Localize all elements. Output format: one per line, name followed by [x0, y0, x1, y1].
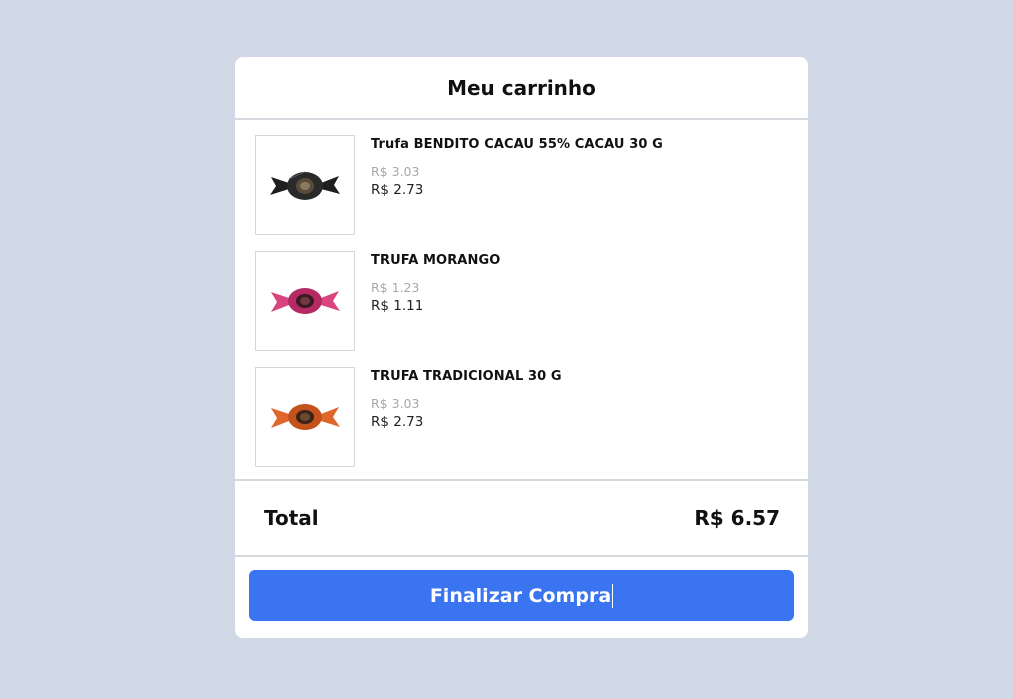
item-name: Trufa BENDITO CACAU 55% CACAU 30 G: [371, 137, 663, 152]
cart-title: Meu carrinho: [447, 75, 596, 100]
truffle-dark-image: [255, 135, 355, 235]
text-cursor: [612, 583, 614, 608]
checkout-wrap: Finalizar Compra: [235, 557, 808, 621]
truffle-strawberry-image: [255, 251, 355, 351]
truffle-traditional-image: [255, 367, 355, 467]
item-name: TRUFA TRADICIONAL 30 G: [371, 369, 562, 384]
cart-item: TRUFA TRADICIONAL 30 G R$ 3.03 R$ 2.73: [255, 367, 808, 467]
item-price: R$ 1.11: [371, 298, 424, 314]
item-price: R$ 2.73: [371, 182, 424, 198]
cart-item: Trufa BENDITO CACAU 55% CACAU 30 G R$ 3.…: [255, 135, 808, 235]
item-name: TRUFA MORANGO: [371, 253, 501, 268]
item-old-price: R$ 1.23: [371, 280, 420, 295]
item-old-price: R$ 3.03: [371, 396, 420, 411]
cart-item: TRUFA MORANGO R$ 1.23 R$ 1.11: [255, 251, 808, 351]
checkout-button[interactable]: Finalizar Compra: [249, 570, 794, 621]
cart-item-list: Trufa BENDITO CACAU 55% CACAU 30 G R$ 3.…: [235, 120, 808, 481]
total-value: R$ 6.57: [694, 506, 780, 530]
checkout-button-label: Finalizar Compra: [429, 584, 612, 607]
item-old-price: R$ 3.03: [371, 164, 420, 179]
item-price: R$ 2.73: [371, 414, 424, 430]
cart-panel: Meu carrinho Trufa BENDITO CACAU 55% CAC…: [235, 57, 808, 638]
total-row: Total R$ 6.57: [235, 481, 808, 557]
total-label: Total: [264, 506, 319, 530]
cart-header: Meu carrinho: [235, 57, 808, 120]
